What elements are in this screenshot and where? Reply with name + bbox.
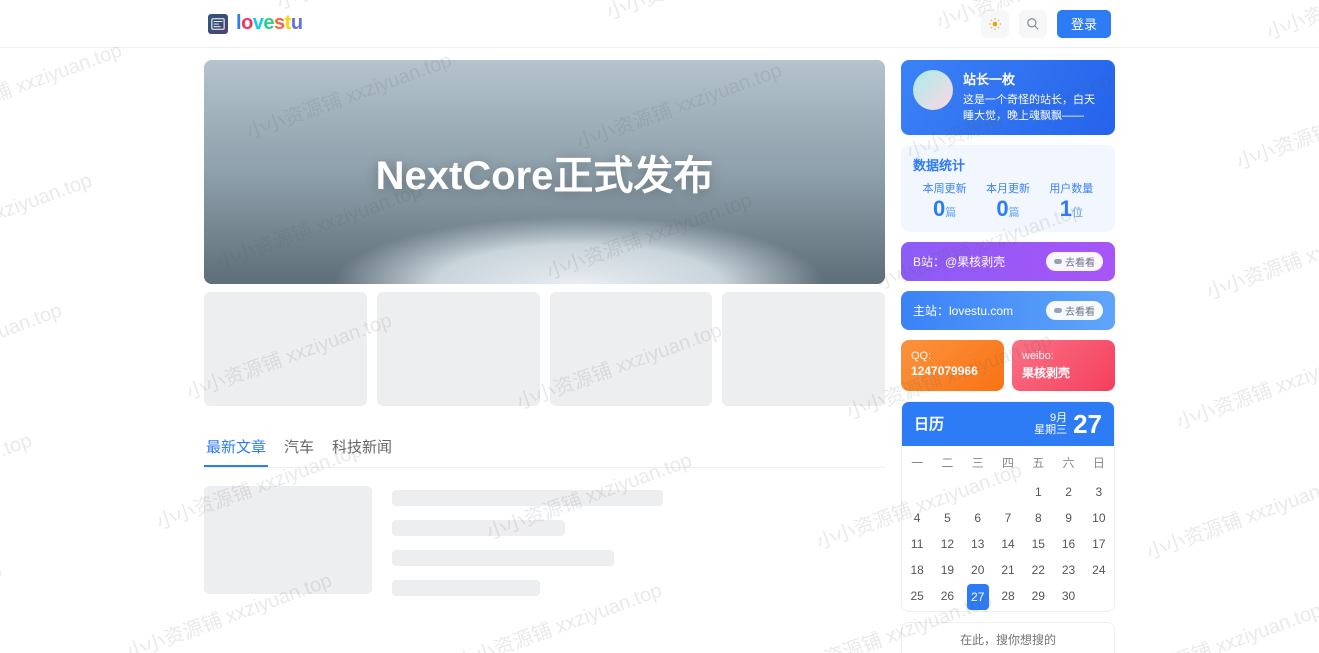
calendar-cell[interactable]: 8 — [1023, 505, 1053, 531]
profile-card[interactable]: 站长一枚 这是一个奇怪的站长，白天睡大觉，晚上魂飘飘—— — [901, 60, 1115, 135]
search-input[interactable] — [902, 623, 1114, 653]
calendar-title: 日历 — [914, 413, 944, 434]
stats-card: 数据统计 本周更新0篇本月更新0篇用户数量1位 — [901, 145, 1115, 232]
calendar-cell[interactable]: 4 — [902, 505, 932, 531]
thumb-item[interactable] — [377, 292, 540, 406]
calendar-cell[interactable]: 30 — [1053, 583, 1083, 611]
calendar-cell[interactable]: 26 — [932, 583, 962, 611]
profile-name: 站长一枚 — [963, 70, 1103, 90]
calendar-cell[interactable]: 14 — [993, 531, 1023, 557]
calendar-weekday-header: 一 — [902, 446, 932, 479]
article-skeleton — [204, 486, 885, 596]
calendar-cell[interactable]: 10 — [1084, 505, 1114, 531]
thumb-item[interactable] — [550, 292, 713, 406]
calendar-cell[interactable]: 6 — [963, 505, 993, 531]
calendar-weekday-header: 日 — [1084, 446, 1114, 479]
calendar-cell[interactable]: 20 — [963, 557, 993, 583]
calendar-cell[interactable]: 12 — [932, 531, 962, 557]
calendar-weekday-header: 二 — [932, 446, 962, 479]
calendar-cell[interactable]: 11 — [902, 531, 932, 557]
calendar-cell[interactable]: 2 — [1053, 479, 1083, 505]
skeleton-line — [392, 520, 565, 536]
stat-item: 本周更新0篇 — [913, 180, 976, 222]
social-label: QQ: — [911, 350, 994, 362]
calendar-cell[interactable]: 1 — [1023, 479, 1053, 505]
stats-title: 数据统计 — [913, 155, 1103, 174]
calendar-cell — [1084, 583, 1114, 611]
skeleton-line — [392, 580, 540, 596]
thumb-item[interactable] — [204, 292, 367, 406]
tabs: 最新文章汽车科技新闻 — [204, 428, 885, 468]
stat-item: 本月更新0篇 — [976, 180, 1039, 222]
tab-汽车[interactable]: 汽车 — [282, 428, 316, 467]
calendar-cell[interactable]: 23 — [1053, 557, 1083, 583]
calendar-cell[interactable]: 21 — [993, 557, 1023, 583]
calendar-cell[interactable]: 19 — [932, 557, 962, 583]
thumb-row — [204, 292, 885, 406]
calendar-weekday-header: 四 — [993, 446, 1023, 479]
calendar-weekday-header: 五 — [1023, 446, 1053, 479]
calendar-card: 日历 9月 星期三 27 一二三四五六日12345678910111213141… — [901, 401, 1115, 613]
calendar-cell[interactable]: 24 — [1084, 557, 1114, 583]
logo-icon — [208, 14, 228, 34]
calendar-today: 27 — [1073, 410, 1102, 439]
social-value: 果核剥壳 — [1022, 364, 1105, 381]
calendar-cell[interactable]: 22 — [1023, 557, 1053, 583]
logo[interactable]: lovestu — [208, 12, 303, 35]
avatar — [913, 70, 953, 110]
calendar-cell[interactable]: 25 — [902, 583, 932, 611]
calendar-weekday-header: 三 — [963, 446, 993, 479]
tab-最新文章[interactable]: 最新文章 — [204, 428, 268, 467]
social-weibo[interactable]: weibo: 果核剥壳 — [1012, 340, 1115, 391]
link-mainsite[interactable]: 主站：lovestu.com 去看看 — [901, 291, 1115, 330]
link-badge: 去看看 — [1046, 252, 1103, 271]
calendar-cell[interactable]: 17 — [1084, 531, 1114, 557]
link-label: 主站：lovestu.com — [913, 302, 1013, 319]
hero-title: NextCore正式发布 — [376, 143, 714, 201]
theme-toggle[interactable] — [981, 10, 1009, 38]
calendar-cell[interactable]: 3 — [1084, 479, 1114, 505]
header: lovestu 登录 — [0, 0, 1319, 48]
calendar-cell[interactable]: 5 — [932, 505, 962, 531]
calendar-cell[interactable]: 7 — [993, 505, 1023, 531]
calendar-cell — [963, 479, 993, 505]
calendar-cell[interactable]: 15 — [1023, 531, 1053, 557]
sun-icon — [988, 17, 1002, 31]
link-badge: 去看看 — [1046, 301, 1103, 320]
social-qq[interactable]: QQ: 1247079966 — [901, 340, 1004, 391]
skeleton-line — [392, 490, 663, 506]
tab-科技新闻[interactable]: 科技新闻 — [330, 428, 394, 467]
social-value: 1247079966 — [911, 364, 994, 378]
calendar-cell[interactable]: 27 — [967, 584, 989, 610]
login-button[interactable]: 登录 — [1057, 10, 1111, 38]
skeleton-line — [392, 550, 614, 566]
logo-text: lovestu — [236, 12, 303, 35]
calendar-cell[interactable]: 9 — [1053, 505, 1083, 531]
search-box: 搜站内 搜全网 — [901, 622, 1115, 653]
calendar-cell[interactable]: 16 — [1053, 531, 1083, 557]
stat-item: 用户数量1位 — [1040, 180, 1103, 222]
calendar-cell — [993, 479, 1023, 505]
calendar-cell — [902, 479, 932, 505]
calendar-cell[interactable]: 18 — [902, 557, 932, 583]
profile-desc: 这是一个奇怪的站长，白天睡大觉，晚上魂飘飘—— — [963, 92, 1103, 125]
hero-banner[interactable]: NextCore正式发布 — [204, 60, 885, 284]
calendar-weekday: 星期三 — [1034, 424, 1067, 436]
social-label: weibo: — [1022, 350, 1105, 362]
search-toggle[interactable] — [1019, 10, 1047, 38]
calendar-weekday-header: 六 — [1053, 446, 1083, 479]
search-icon — [1026, 17, 1040, 31]
skeleton-thumb — [204, 486, 372, 594]
calendar-month: 9月 — [1034, 412, 1067, 424]
calendar-cell[interactable]: 29 — [1023, 583, 1053, 611]
link-label: B站：@果核剥壳 — [913, 253, 1005, 270]
link-bilibili[interactable]: B站：@果核剥壳 去看看 — [901, 242, 1115, 281]
calendar-cell[interactable]: 13 — [963, 531, 993, 557]
calendar-cell[interactable]: 28 — [993, 583, 1023, 611]
calendar-cell — [932, 479, 962, 505]
thumb-item[interactable] — [722, 292, 885, 406]
